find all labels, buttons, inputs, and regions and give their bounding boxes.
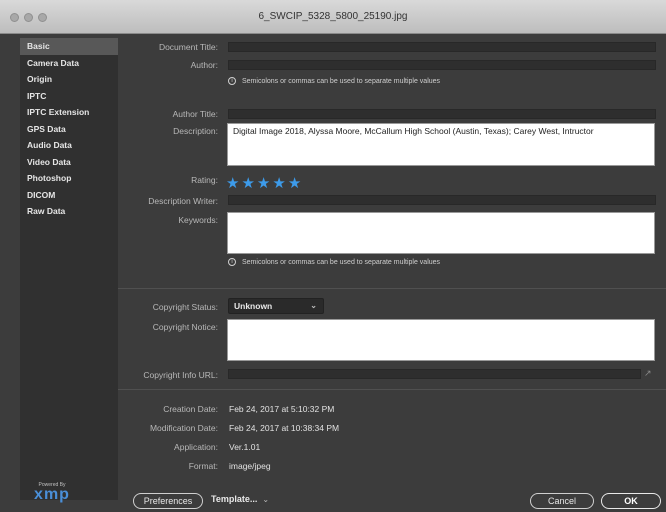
description-writer-label: Description Writer: [148,196,218,206]
keywords-label: Keywords: [178,215,218,225]
description-writer-input[interactable] [228,195,656,205]
xmp-logo: Powered By xmp [28,482,76,506]
creation-date-value: Feb 24, 2017 at 5:10:32 PM [229,404,335,414]
window-titlebar: 6_SWCIP_5328_5800_25190.jpg [0,0,666,34]
copyright-status-value: Unknown [234,301,273,311]
author-label: Author: [190,60,218,70]
template-menu-button[interactable]: Template... ⌄ [211,494,269,504]
sidebar-item-dicom[interactable]: DICOM [20,187,118,204]
copyright-status-label: Copyright Status: [152,302,218,312]
window-title: 6_SWCIP_5328_5800_25190.jpg [258,11,408,22]
ok-button[interactable]: OK [601,493,661,509]
keywords-hint-text: Semicolons or commas can be used to sepa… [242,258,441,266]
go-to-url-icon[interactable]: ↗ [644,368,652,379]
category-sidebar: Basic Camera Data Origin IPTC IPTC Exten… [20,38,118,500]
application-value: Ver.1.01 [229,442,261,452]
section-divider [118,288,666,289]
document-title-label: Document Title: [158,42,218,52]
sidebar-item-video-data[interactable]: Video Data [20,154,118,171]
creation-date-label: Creation Date: [163,404,218,414]
author-title-label: Author Title: [172,109,218,119]
author-title-input[interactable] [228,109,656,119]
description-textarea[interactable]: Digital Image 2018, Alyssa Moore, McCall… [227,123,655,166]
sidebar-item-camera-data[interactable]: Camera Data [20,55,118,72]
format-label: Format: [188,461,218,471]
template-label: Template... [211,494,258,504]
star-icon[interactable]: ★ [241,175,256,192]
chevron-down-icon: ⌄ [262,495,270,504]
modification-date-label: Modification Date: [149,423,218,433]
sidebar-item-origin[interactable]: Origin [20,71,118,88]
author-input[interactable] [228,60,656,70]
sidebar-item-audio-data[interactable]: Audio Data [20,137,118,154]
cancel-button[interactable]: Cancel [530,493,594,509]
application-label: Application: [174,442,218,452]
sidebar-item-iptc[interactable]: IPTC [20,88,118,105]
metadata-panel: Document Title: Author: i Semicolons or c… [118,34,666,512]
copyright-info-url-label: Copyright Info URL: [143,370,218,380]
rating-label: Rating: [191,175,218,185]
copyright-info-url-input[interactable] [228,369,641,379]
info-icon: i [228,258,236,266]
copyright-notice-label: Copyright Notice: [152,322,218,332]
section-divider [118,389,666,390]
preferences-button[interactable]: Preferences [133,493,203,509]
sidebar-item-raw-data[interactable]: Raw Data [20,203,118,220]
sidebar-item-iptc-extension[interactable]: IPTC Extension [20,104,118,121]
description-label: Description: [173,126,218,136]
star-icon[interactable]: ★ [272,175,287,192]
author-hint-text: Semicolons or commas can be used to sepa… [242,77,441,85]
format-value: image/jpeg [229,461,271,471]
sidebar-item-basic[interactable]: Basic [20,38,118,55]
star-icon[interactable]: ★ [226,175,241,192]
sidebar-item-gps-data[interactable]: GPS Data [20,121,118,138]
copyright-status-select[interactable]: Unknown ⌄ [228,298,324,314]
keywords-textarea[interactable] [227,212,655,254]
document-title-input[interactable] [228,42,656,52]
modification-date-value: Feb 24, 2017 at 10:38:34 PM [229,423,340,433]
star-icon[interactable]: ★ [257,175,272,192]
xmp-wordmark: xmp [34,486,70,503]
info-icon: i [228,77,236,85]
star-icon[interactable]: ★ [288,175,303,192]
copyright-notice-textarea[interactable] [227,319,655,361]
rating-stars: ★★★★★ [226,174,303,192]
author-hint: i Semicolons or commas can be used to sep… [228,77,440,85]
keywords-hint: i Semicolons or commas can be used to sep… [228,258,440,266]
chevron-down-icon: ⌄ [310,301,317,310]
sidebar-item-photoshop[interactable]: Photoshop [20,170,118,187]
